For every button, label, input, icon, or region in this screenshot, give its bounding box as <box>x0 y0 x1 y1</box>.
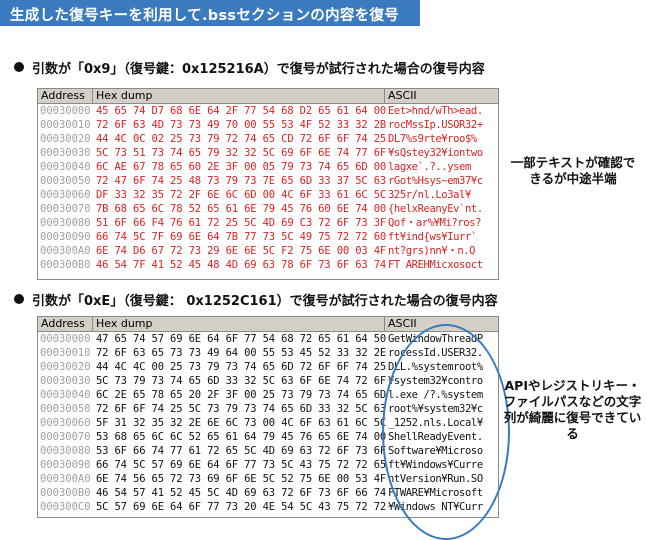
dump-ascii-cell: nt?grs)nn¥・n.O <box>388 245 476 257</box>
dump-hex-cell: 45 65 74 D7 68 6E 64 2F 77 54 68 D2 65 6… <box>96 105 387 117</box>
dump-hex-cell: 5C 57 69 6E 64 6F 77 73 20 4E 54 5C 43 7… <box>96 501 387 513</box>
dump-addr-cell: 00030050 <box>40 403 91 415</box>
dump-addr-cell: 00030060 <box>40 189 91 201</box>
dump-ascii-cell: lagxe`.?..ysem <box>388 161 471 173</box>
section1-heading-text: 引数が「0x9」（復号鍵：0x125216A）で復号が試行された場合の復号内容 <box>32 62 485 77</box>
dump-ascii-cell: 325r/nl.Lo3al¥ <box>388 189 471 201</box>
dump-addr-cell: 000300B0 <box>40 487 91 499</box>
dump-addr-cell: 00030040 <box>40 161 91 173</box>
dump-ascii-cell: Qof・ar%¥Mi?ros? <box>388 217 482 229</box>
dump-hex-cell: 72 6F 63 4D 73 73 49 70 00 55 53 4F 52 3… <box>96 119 387 131</box>
section2-heading: 引数が「0xE」（復号鍵： 0x1252C161）で復号が試行された場合の復号内… <box>14 290 498 309</box>
dump-addr-cell: 00030080 <box>40 445 91 457</box>
note2-text: APIやレジストリキー・ファイルパスなどの文字列が綺麗に復号できている <box>503 378 642 441</box>
dump-addr-cell: 00030060 <box>40 417 91 429</box>
dump-hex-cell: 5F 31 32 35 32 2E 6E 6C 73 00 4C 6F 63 6… <box>96 417 387 429</box>
hex-dump-panel-1: Address Hex dump ASCII 00030000 45 65 74 … <box>37 88 499 280</box>
page-title: 生成した復号キーを利用して.bssセクションの内容を復号 <box>10 8 400 24</box>
dump-hex-cell: 6C 2E 65 78 65 20 2F 3F 00 25 73 79 73 7… <box>96 389 387 401</box>
dump-addr-cell: 00030090 <box>40 459 91 471</box>
dump-ascii-cell: FT AREHMicxosoct <box>388 259 483 271</box>
dump-addr-cell: 00030020 <box>40 361 91 373</box>
dump-ascii-cell: ¥sQstey32¥iontwo <box>388 147 483 159</box>
dump-addr-cell: 000300B0 <box>40 259 91 271</box>
column-header-hex: Hex dump <box>96 89 153 102</box>
note1-text: 一部テキストが確認できるが中途半端 <box>510 155 636 186</box>
dump-addr-cell: 00030050 <box>40 175 91 187</box>
dump-addr-cell: 00030080 <box>40 217 91 229</box>
section2-heading-text: 引数が「0xE」（復号鍵： 0x1252C161）で復号が試行された場合の復号内… <box>32 294 498 309</box>
dump-hex-cell: 72 47 6F 74 25 48 73 79 73 7E 65 6D 33 3… <box>96 175 387 187</box>
dump-hex-cell: 44 4C 0C 02 25 73 79 72 74 65 CD 72 6F 6… <box>96 133 387 145</box>
dump-hex-cell: 6C AE 67 78 65 60 2E 3F 00 05 79 73 74 6… <box>96 161 387 173</box>
dump-addr-cell: 00030030 <box>40 375 91 387</box>
dump-ascii-cell: rocMssIp.USOR32+ <box>388 119 483 131</box>
dump-hex-cell: 44 4C 4C 00 25 73 79 73 74 65 6D 72 6F 6… <box>96 361 387 373</box>
dump-hex-cell: 66 74 5C 7F 69 6E 64 7B 77 73 5C 49 75 7… <box>96 231 387 243</box>
dump-ascii-cell: DL7%s9rte¥roo$% <box>388 133 477 145</box>
dump-ascii-cell: Eet>hnd/wTh>ead. <box>388 105 483 117</box>
dump-hex-cell: 47 65 74 57 69 6E 64 6F 77 54 68 72 65 6… <box>96 333 387 345</box>
dump-addr-cell: 00030010 <box>40 119 91 131</box>
note-clean-decode: APIやレジストリキー・ファイルパスなどの文字列が綺麗に復号できている <box>500 378 645 442</box>
dump-addr-cell: 00030010 <box>40 347 91 359</box>
dump-addr-cell: 00030070 <box>40 431 91 443</box>
highlight-ellipse <box>382 324 510 540</box>
note-partial-text: 一部テキストが確認できるが中途半端 <box>508 155 638 187</box>
bullet-icon <box>14 294 24 304</box>
dump-hex-cell: 6E 74 D6 67 72 73 29 6E 6E 5C F2 75 6E 0… <box>96 245 387 257</box>
column-header-hex: Hex dump <box>96 317 153 330</box>
dump-addr-cell: 000300A0 <box>40 473 91 485</box>
dump-hex-cell: 6E 74 56 65 72 73 69 6F 6E 5C 52 75 6E 0… <box>96 473 387 485</box>
dump-hex-cell: DF 33 32 35 72 2F 6E 6C 6D 00 4C 6F 33 6… <box>96 189 387 201</box>
dump-addr-cell: 00030020 <box>40 133 91 145</box>
dump-hex-cell: 66 74 5C 57 69 6E 64 6F 77 73 5C 43 75 7… <box>96 459 387 471</box>
dump-hex-cell: 5C 73 51 73 74 65 79 32 32 5C 69 6F 6E 7… <box>96 147 387 159</box>
dump-ascii-cell: {helxReanyEv`nt. <box>388 203 483 215</box>
dump-hex-cell: 72 6F 63 65 73 73 49 64 00 55 53 45 52 3… <box>96 347 387 359</box>
column-header-ascii: ASCII <box>388 89 417 102</box>
dump-addr-cell: 000300C0 <box>40 501 91 513</box>
hex-dump-header: Address Hex dump ASCII <box>38 89 498 104</box>
dump-addr-cell: 00030000 <box>40 105 91 117</box>
dump-hex-cell: 72 6F 6F 74 25 5C 73 79 73 74 65 6D 33 3… <box>96 403 387 415</box>
dump-hex-cell: 46 54 57 41 52 45 5C 4D 69 63 72 6F 73 6… <box>96 487 387 499</box>
dump-addr-cell: 00030030 <box>40 147 91 159</box>
dump-hex-cell: 46 54 7F 41 52 45 48 4D 69 63 78 6F 73 6… <box>96 259 387 271</box>
dump-addr-cell: 00030070 <box>40 203 91 215</box>
dump-addr-cell: 00030040 <box>40 389 91 401</box>
dump-ascii-cell: ft¥ind{ws¥Iurr` <box>388 231 477 243</box>
title-banner: 生成した復号キーを利用して.bssセクションの内容を復号 <box>0 0 420 26</box>
dump-hex-cell: 53 68 65 6C 6C 52 65 61 64 79 45 76 65 6… <box>96 431 387 443</box>
dump-hex-cell: 51 6F 66 F4 76 61 72 25 5C 4D 69 C3 72 6… <box>96 217 387 229</box>
bullet-icon <box>14 62 24 72</box>
column-header-address: Address <box>41 89 85 102</box>
dump-hex-cell: 53 6F 66 74 77 61 72 65 5C 4D 69 63 72 6… <box>96 445 387 457</box>
column-header-ascii: ASCII <box>388 317 417 330</box>
dump-addr-cell: 00030000 <box>40 333 91 345</box>
column-header-address: Address <box>41 317 85 330</box>
section1-heading: 引数が「0x9」（復号鍵：0x125216A）で復号が試行された場合の復号内容 <box>14 58 485 77</box>
dump-hex-cell: 7B 68 65 6C 78 52 65 61 6E 79 45 76 60 6… <box>96 203 387 215</box>
dump-addr-cell: 000300A0 <box>40 245 91 257</box>
dump-addr-cell: 00030090 <box>40 231 91 243</box>
dump-hex-cell: 5C 73 79 73 74 65 6D 33 32 5C 63 6F 6E 7… <box>96 375 387 387</box>
dump-ascii-cell: rGot%Hsys~em37¥c <box>388 175 483 187</box>
